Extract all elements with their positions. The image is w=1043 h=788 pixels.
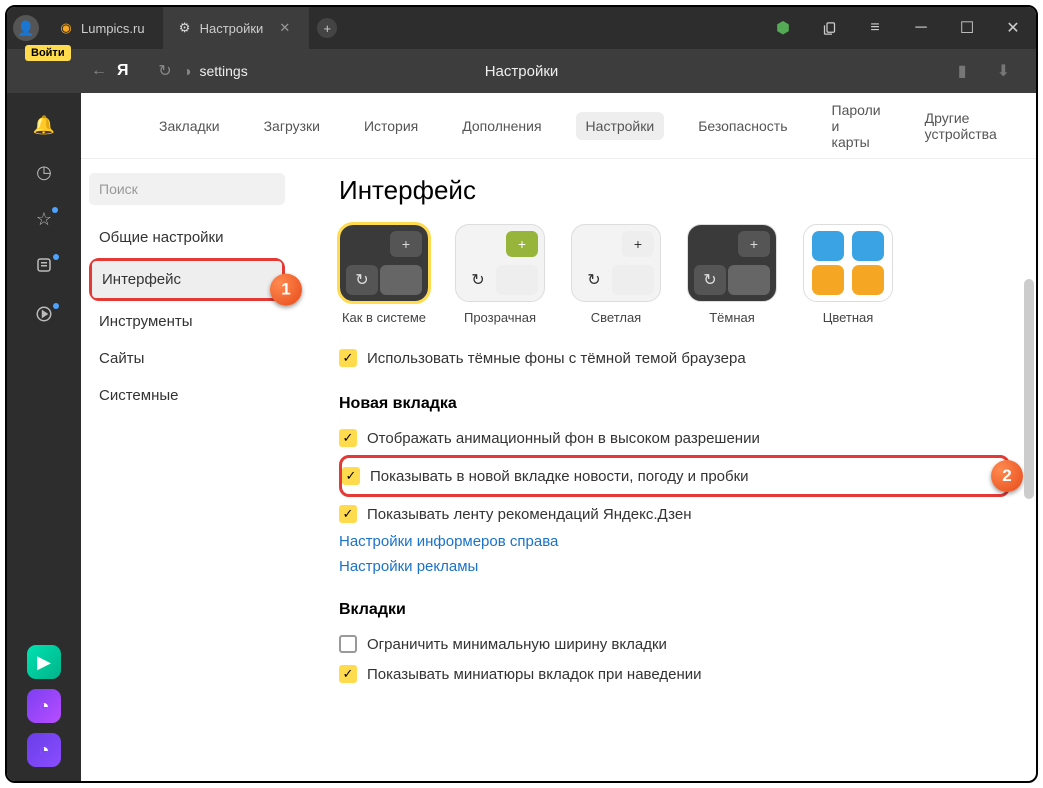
back-button[interactable]: ← <box>81 62 117 80</box>
gear-icon: ⚙ <box>178 21 192 35</box>
sidenav-sites[interactable]: Сайты <box>89 340 285 377</box>
topnav-devices[interactable]: Другие устройства <box>915 104 1007 148</box>
theme-transparent[interactable]: + ↻ Прозрачная <box>455 224 545 325</box>
theme-system[interactable]: + ↻ Как в системе <box>339 224 429 325</box>
copy-link-icon[interactable] <box>806 7 852 49</box>
callout-badge-2: 2 <box>991 460 1023 492</box>
sidenav-general[interactable]: Общие настройки <box>89 219 285 256</box>
titlebar: 👤 ◉ Lumpics.ru ⚙ Настройки ✕ + ⬢ ≡ ─ ☐ ✕ <box>7 7 1036 49</box>
checkbox-icon[interactable]: ✓ <box>339 349 357 367</box>
page-title: Настройки <box>485 63 559 80</box>
check-tab-thumbnails[interactable]: ✓ Показывать миниатюры вкладок при навед… <box>339 659 1010 689</box>
checkbox-label: Ограничить минимальную ширину вкладки <box>367 636 667 653</box>
checkbox-label: Отображать анимационный фон в высоком ра… <box>367 430 760 447</box>
tab-label: Настройки <box>200 21 264 36</box>
settings-side-nav: Поиск Общие настройки Интерфейс 1 Инстру… <box>81 159 295 781</box>
checkbox-icon[interactable] <box>339 635 357 653</box>
tab-close-icon[interactable]: ✕ <box>279 20 290 36</box>
scrollbar[interactable] <box>1024 279 1034 499</box>
extension-icon[interactable]: ⬢ <box>760 7 806 49</box>
new-tab-button[interactable]: + <box>309 7 345 49</box>
theme-colored[interactable]: Цветная <box>803 224 893 325</box>
bell-icon[interactable]: 🔔 <box>33 115 55 136</box>
url-text[interactable]: settings <box>199 63 247 79</box>
play-icon[interactable] <box>35 305 53 328</box>
checkbox-icon[interactable]: ✓ <box>342 467 360 485</box>
theme-label: Тёмная <box>687 310 777 325</box>
login-badge[interactable]: Войти <box>25 45 71 61</box>
topnav-downloads[interactable]: Загрузки <box>254 112 330 140</box>
app-tile-alice-1[interactable]: ◔ <box>27 689 61 723</box>
profile-avatar[interactable]: 👤 <box>13 15 39 41</box>
app-tile-music[interactable]: ▶ <box>27 645 61 679</box>
checkbox-label: Использовать тёмные фоны с тёмной темой … <box>367 350 746 367</box>
link-ads-settings[interactable]: Настройки рекламы <box>339 554 1010 579</box>
topnav-history[interactable]: История <box>354 112 428 140</box>
tab-settings[interactable]: ⚙ Настройки ✕ <box>164 7 310 49</box>
lumpics-favicon: ◉ <box>59 21 73 35</box>
theme-label: Как в системе <box>339 310 429 325</box>
minimize-button[interactable]: ─ <box>898 7 944 49</box>
topnav-bookmarks[interactable]: Закладки <box>149 112 230 140</box>
callout-2-highlight: ✓ Показывать в новой вкладке новости, по… <box>339 455 1010 497</box>
sidenav-system[interactable]: Системные <box>89 377 285 414</box>
check-min-tab-width[interactable]: Ограничить минимальную ширину вкладки <box>339 629 1010 659</box>
theme-selector: + ↻ Как в системе + ↻ <box>339 224 1010 325</box>
theme-light[interactable]: + ↻ Светлая <box>571 224 661 325</box>
theme-label: Прозрачная <box>455 310 545 325</box>
checkbox-label: Показывать ленту рекомендаций Яндекс.Дзе… <box>367 506 692 523</box>
topnav-security[interactable]: Безопасность <box>688 112 797 140</box>
checkbox-icon[interactable]: ✓ <box>339 505 357 523</box>
section-heading-tabs: Вкладки <box>339 601 1010 619</box>
settings-top-nav: Закладки Загрузки История Дополнения Нас… <box>81 93 1036 159</box>
downloads-icon[interactable]: ⬇ <box>997 61 1010 81</box>
check-zen-feed[interactable]: ✓ Показывать ленту рекомендаций Яндекс.Д… <box>339 499 1010 529</box>
check-news-weather[interactable]: ✓ Показывать в новой вкладке новости, по… <box>342 461 999 491</box>
topnav-passwords[interactable]: Пароли и карты <box>822 96 891 156</box>
check-dark-backgrounds[interactable]: ✓ Использовать тёмные фоны с тёмной темо… <box>339 343 1010 373</box>
clock-icon[interactable]: ◷ <box>36 162 52 183</box>
topnav-addons[interactable]: Дополнения <box>452 112 551 140</box>
menu-icon[interactable]: ≡ <box>852 7 898 49</box>
sidenav-tools[interactable]: Инструменты <box>89 303 285 340</box>
callout-1-highlight: Интерфейс 1 <box>89 258 285 301</box>
app-tile-alice-2[interactable]: ◔ <box>27 733 61 767</box>
checkbox-label: Показывать в новой вкладке новости, пого… <box>370 468 749 485</box>
maximize-button[interactable]: ☐ <box>944 7 990 49</box>
checkbox-label: Показывать миниатюры вкладок при наведен… <box>367 666 702 683</box>
section-heading-interface: Интерфейс <box>339 175 1010 206</box>
tab-label: Lumpics.ru <box>81 21 145 36</box>
theme-dark[interactable]: + ↻ Тёмная <box>687 224 777 325</box>
theme-label: Светлая <box>571 310 661 325</box>
yandex-logo-icon[interactable]: Я <box>117 62 147 80</box>
bookmark-icon[interactable]: ▮ <box>958 61 967 81</box>
close-window-button[interactable]: ✕ <box>990 7 1036 49</box>
section-heading-newtab: Новая вкладка <box>339 395 1010 413</box>
checkbox-icon[interactable]: ✓ <box>339 429 357 447</box>
feed-icon[interactable] <box>35 256 53 279</box>
link-informer-settings[interactable]: Настройки информеров справа <box>339 529 1010 554</box>
tab-lumpics[interactable]: ◉ Lumpics.ru <box>45 7 164 49</box>
check-anim-bg[interactable]: ✓ Отображать анимационный фон в высоком … <box>339 423 1010 453</box>
sidenav-interface[interactable]: Интерфейс <box>92 261 282 298</box>
reload-button[interactable]: ↻ <box>147 61 183 81</box>
checkbox-icon[interactable]: ✓ <box>339 665 357 683</box>
shield-icon[interactable]: ◑ <box>183 63 191 79</box>
star-icon[interactable]: ☆ <box>36 209 52 230</box>
left-rail: 🔔 ◷ ☆ ▶ ◔ ◔ <box>7 93 81 781</box>
settings-search-input[interactable]: Поиск <box>89 173 285 205</box>
theme-label: Цветная <box>803 310 893 325</box>
address-bar: ← Я ↻ ◑ settings Настройки ▮ ⬇ <box>7 49 1036 93</box>
settings-pane: Интерфейс + ↻ Как в системе <box>295 159 1036 781</box>
topnav-settings[interactable]: Настройки <box>576 112 665 140</box>
